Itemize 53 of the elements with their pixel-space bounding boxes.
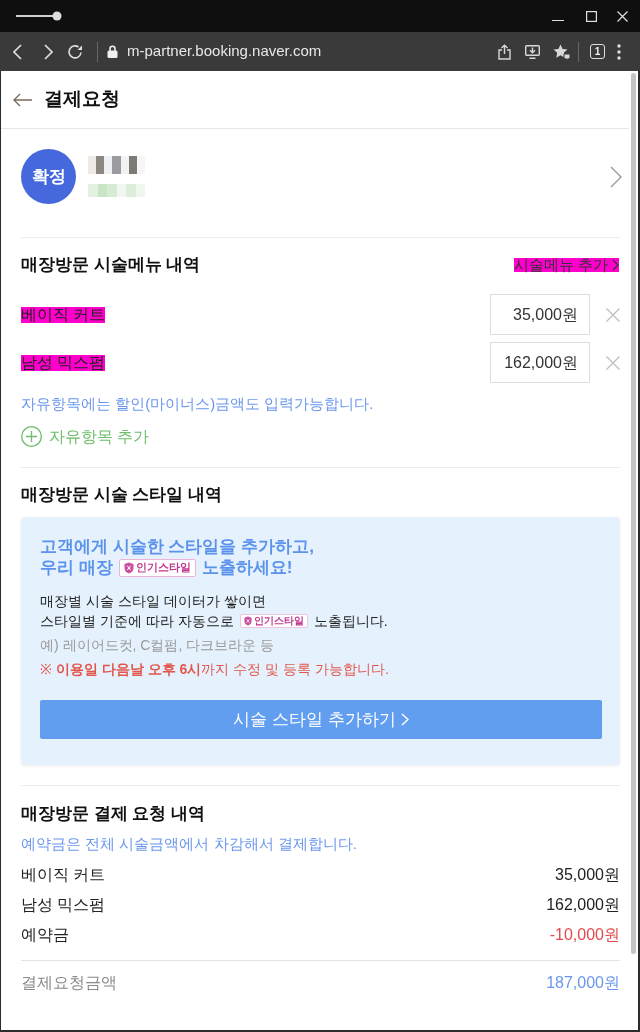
add-menu-link[interactable]: 시술메뉴 추가: [513, 258, 619, 272]
payment-amount: 35,000원: [555, 865, 620, 885]
payment-amount: 162,000원: [546, 895, 620, 915]
deadline-notice: ※ 이용일 다음날 오후 6시까지 수정 및 등록 가능합니다.: [40, 660, 390, 679]
lock-icon: [107, 45, 118, 58]
badge-label: 인기스타일: [253, 616, 304, 626]
tab-count-button[interactable]: 1: [590, 44, 605, 59]
shield-icon: [123, 561, 134, 574]
discount-note: 자유항목에는 할인(마이너스)금액도 입력가능합니다.: [21, 394, 375, 414]
payment-item-name: 베이직 커트: [21, 865, 106, 885]
deposit-note: 예약금은 전체 시술금액에서 차감해서 결제합니다.: [21, 834, 358, 854]
menu-icon[interactable]: [617, 43, 621, 60]
back-arrow-icon[interactable]: [13, 92, 32, 107]
payment-amount: -10,000원: [549, 925, 620, 945]
reload-icon[interactable]: [67, 43, 83, 60]
promo-headline: 고객에게 시술한 스타일을 추가하고,: [40, 536, 314, 557]
url-text[interactable]: m-partner.booking.naver.com: [127, 40, 322, 63]
close-icon[interactable]: [617, 10, 628, 22]
blurred-detail-drawing: [88, 184, 145, 197]
payment-item-name: 예약금: [21, 925, 69, 945]
promo-text: 매장별 시술 스타일 데이터가 쌓이면: [40, 592, 266, 611]
total-label: 결제요청금액: [21, 973, 117, 993]
payment-item-name: 남성 믹스펌: [21, 895, 106, 915]
promo-headline: 우리 매장: [40, 557, 113, 578]
scrollbar-thumb[interactable]: [631, 73, 636, 954]
chevron-right-icon[interactable]: [610, 165, 622, 188]
menu-item-name: 남성 믹스펌: [21, 354, 106, 371]
forward-icon[interactable]: [44, 43, 53, 60]
price-input[interactable]: 162,000원: [490, 342, 590, 383]
blurred-name-drawing: [88, 156, 145, 174]
star-icon[interactable]: [553, 43, 571, 60]
minimize-icon[interactable]: [552, 19, 564, 22]
example-text: 예) 레이어드컷, C컬펌, 다크브라운 등: [40, 636, 276, 655]
chevron-right-icon: [400, 713, 409, 726]
monitor-download-icon[interactable]: [525, 44, 540, 59]
promo-text: 노출됩니다.: [313, 612, 388, 631]
maximize-icon[interactable]: [586, 10, 597, 22]
page-title: 결제요청: [44, 87, 120, 112]
promo-text: 스타일별 기준에 따라 자동으로: [40, 612, 234, 631]
badge-label: 인기스타일: [135, 562, 191, 573]
section-title: 매장방문 시술 스타일 내역: [21, 484, 224, 507]
chevron-right-icon: [612, 259, 619, 271]
price-input[interactable]: 35,000원: [490, 294, 590, 335]
plus-circle-icon: [21, 426, 42, 447]
back-icon[interactable]: [13, 43, 22, 60]
section-title: 매장방문 시술메뉴 내역: [21, 254, 201, 277]
promo-headline: 노출하세요!: [201, 557, 293, 578]
share-icon[interactable]: [498, 43, 511, 60]
menu-item-name: 베이직 커트: [21, 306, 106, 323]
slider-icon[interactable]: [16, 11, 62, 21]
section-title: 매장방문 결제 요청 내역: [21, 803, 207, 826]
total-amount: 187,000원: [546, 973, 620, 993]
status-badge: 확정: [21, 149, 76, 204]
